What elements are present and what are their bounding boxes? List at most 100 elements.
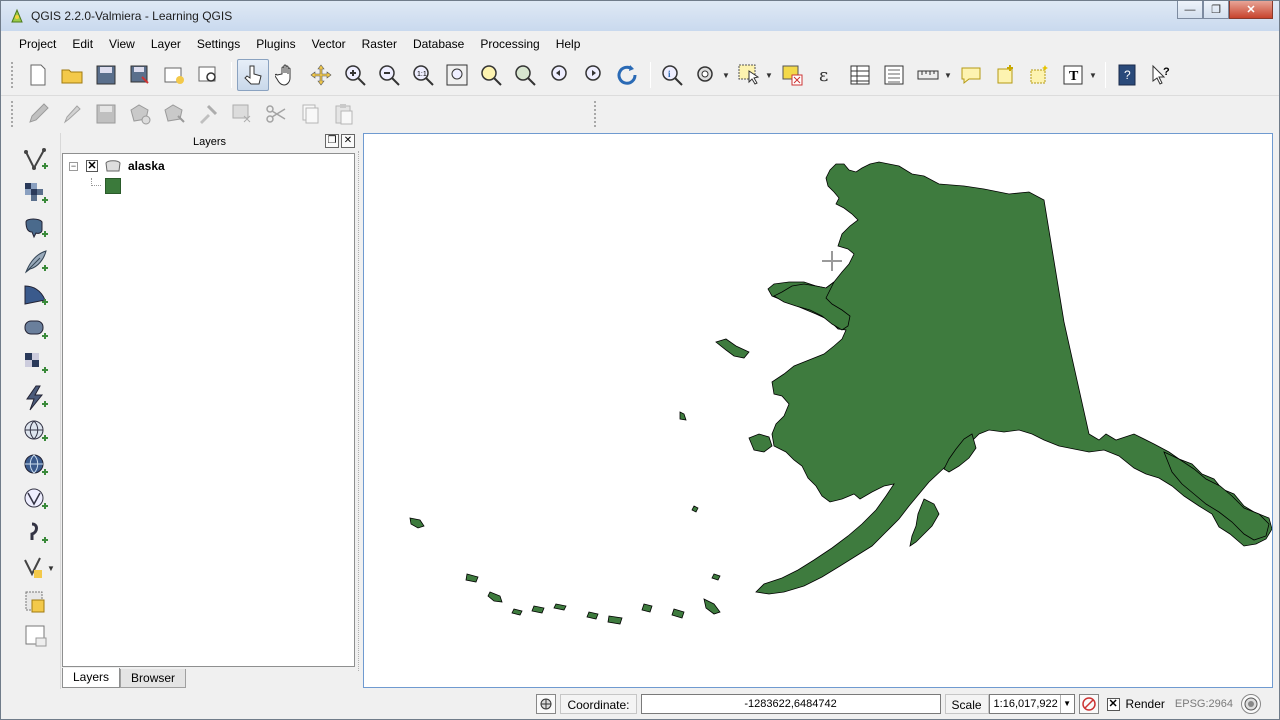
touch-zoom-pan-button[interactable] bbox=[237, 59, 269, 91]
new-spatialite-layer-button[interactable] bbox=[21, 587, 51, 617]
menu-plugins[interactable]: Plugins bbox=[248, 33, 303, 55]
add-delimited-text-layer-button[interactable] bbox=[21, 383, 51, 413]
add-gpx-layer-button[interactable] bbox=[21, 519, 51, 549]
tab-layers[interactable]: Layers bbox=[62, 668, 121, 688]
add-feature-button[interactable] bbox=[124, 98, 156, 130]
add-wcs-layer-button[interactable] bbox=[21, 417, 51, 447]
help-contents-button[interactable]: ? bbox=[1111, 59, 1143, 91]
toolbar-grip[interactable] bbox=[11, 100, 16, 127]
chevron-down-icon[interactable]: ▼ bbox=[1089, 71, 1097, 80]
add-wfs-vector-layer-button[interactable] bbox=[21, 485, 51, 515]
add-vector-layer-button[interactable] bbox=[21, 145, 51, 175]
float-panel-button[interactable]: ❐ bbox=[325, 134, 339, 148]
add-wms-layer-button[interactable] bbox=[21, 349, 51, 379]
text-annotation-button[interactable]: T bbox=[1057, 59, 1089, 91]
add-oracle-layer-button[interactable] bbox=[21, 315, 51, 345]
add-postgis-layer-button[interactable] bbox=[21, 213, 51, 243]
show-bookmarks-button[interactable] bbox=[1023, 59, 1055, 91]
crs-status[interactable]: EPSG:2964 bbox=[1175, 698, 1233, 710]
zoom-in-button[interactable] bbox=[339, 59, 371, 91]
open-project-button[interactable] bbox=[56, 59, 88, 91]
zoom-to-layer-button[interactable] bbox=[509, 59, 541, 91]
layer-visibility-checkbox[interactable]: ✕ bbox=[86, 160, 98, 172]
map-tips-button[interactable] bbox=[955, 59, 987, 91]
map-canvas[interactable] bbox=[363, 133, 1273, 688]
menu-settings[interactable]: Settings bbox=[189, 33, 248, 55]
menu-processing[interactable]: Processing bbox=[472, 33, 547, 55]
deselect-features-button[interactable] bbox=[776, 59, 808, 91]
measure-line-button[interactable] bbox=[912, 59, 944, 91]
zoom-actual-size-button[interactable]: 1:1 bbox=[407, 59, 439, 91]
select-features-button[interactable] bbox=[733, 59, 765, 91]
menu-edit[interactable]: Edit bbox=[64, 33, 101, 55]
move-feature-button[interactable] bbox=[158, 98, 190, 130]
zoom-last-button[interactable] bbox=[543, 59, 575, 91]
tab-browser[interactable]: Browser bbox=[120, 669, 187, 688]
remove-layer-button[interactable] bbox=[21, 621, 51, 651]
menu-help[interactable]: Help bbox=[548, 33, 589, 55]
collapse-icon[interactable]: − bbox=[69, 161, 78, 171]
close-panel-button[interactable]: ✕ bbox=[341, 134, 355, 148]
maximize-button[interactable]: ❐ bbox=[1203, 1, 1229, 19]
add-wfs-layer-button[interactable] bbox=[21, 451, 51, 481]
log-messages-button[interactable] bbox=[1241, 694, 1261, 714]
statistical-summary-button[interactable] bbox=[878, 59, 910, 91]
add-spatialite-layer-button[interactable] bbox=[21, 247, 51, 277]
new-print-composer-button[interactable] bbox=[158, 59, 190, 91]
save-layer-edits-button[interactable] bbox=[90, 98, 122, 130]
refresh-button[interactable] bbox=[611, 59, 643, 91]
composer-manager-button[interactable] bbox=[192, 59, 224, 91]
zoom-out-button[interactable] bbox=[373, 59, 405, 91]
toolbar-grip[interactable] bbox=[594, 100, 599, 127]
chevron-down-icon[interactable]: ▼ bbox=[47, 564, 55, 573]
pan-map-button[interactable] bbox=[271, 59, 303, 91]
node-tool-button[interactable] bbox=[192, 98, 224, 130]
chevron-down-icon[interactable]: ▼ bbox=[944, 71, 952, 80]
copy-features-button[interactable] bbox=[294, 98, 326, 130]
toggle-extents-button[interactable] bbox=[536, 694, 557, 714]
pan-to-selection-button[interactable] bbox=[305, 59, 337, 91]
menu-project[interactable]: Project bbox=[11, 33, 64, 55]
run-feature-action-button[interactable] bbox=[690, 59, 722, 91]
chevron-down-icon[interactable]: ▼ bbox=[765, 71, 773, 80]
menu-vector[interactable]: Vector bbox=[304, 33, 354, 55]
coordinate-field[interactable]: -1283622,6484742 bbox=[640, 694, 941, 714]
menu-layer[interactable]: Layer bbox=[143, 33, 189, 55]
toolbar-grip[interactable] bbox=[11, 62, 16, 88]
current-edits-button[interactable] bbox=[22, 98, 54, 130]
field-calculator-button[interactable]: ε bbox=[810, 59, 842, 91]
render-checkbox[interactable]: ✕ bbox=[1106, 697, 1120, 711]
render-toggle[interactable]: ✕ Render bbox=[1106, 697, 1165, 711]
layer-tree[interactable]: − ✕ alaska bbox=[62, 153, 355, 667]
menu-database[interactable]: Database bbox=[405, 33, 472, 55]
add-mssql-layer-button[interactable] bbox=[21, 281, 51, 311]
stop-rendering-button[interactable] bbox=[1078, 694, 1099, 714]
add-raster-layer-button[interactable] bbox=[21, 179, 51, 209]
layer-item-alaska[interactable]: − ✕ alaska bbox=[69, 158, 165, 174]
scale-combobox[interactable]: 1:16,017,922 ▼ bbox=[988, 694, 1075, 714]
menu-view[interactable]: View bbox=[101, 33, 143, 55]
minimize-button[interactable]: — bbox=[1177, 1, 1203, 19]
zoom-full-button[interactable] bbox=[441, 59, 473, 91]
symbol-swatch[interactable] bbox=[105, 178, 121, 194]
cut-features-button[interactable] bbox=[260, 98, 292, 130]
zoom-next-button[interactable] bbox=[577, 59, 609, 91]
save-as-button[interactable] bbox=[124, 59, 156, 91]
panel-splitter[interactable] bbox=[358, 151, 361, 671]
aleutian-10 bbox=[465, 573, 479, 583]
close-window-button[interactable]: ✕ bbox=[1229, 1, 1273, 19]
chevron-down-icon[interactable]: ▼ bbox=[1059, 695, 1074, 713]
delete-selected-button[interactable] bbox=[226, 98, 258, 130]
attribute-table-button[interactable] bbox=[844, 59, 876, 91]
toggle-editing-button[interactable] bbox=[56, 98, 88, 130]
menu-raster[interactable]: Raster bbox=[354, 33, 405, 55]
zoom-to-selection-button[interactable] bbox=[475, 59, 507, 91]
paste-features-button[interactable] bbox=[328, 98, 360, 130]
chevron-down-icon[interactable]: ▼ bbox=[722, 71, 730, 80]
identify-features-button[interactable]: i bbox=[656, 59, 688, 91]
save-project-button[interactable] bbox=[90, 59, 122, 91]
new-project-button[interactable] bbox=[22, 59, 54, 91]
new-bookmark-button[interactable] bbox=[989, 59, 1021, 91]
aleutian-1 bbox=[703, 598, 721, 615]
whats-this-button[interactable]: ? bbox=[1145, 59, 1177, 91]
